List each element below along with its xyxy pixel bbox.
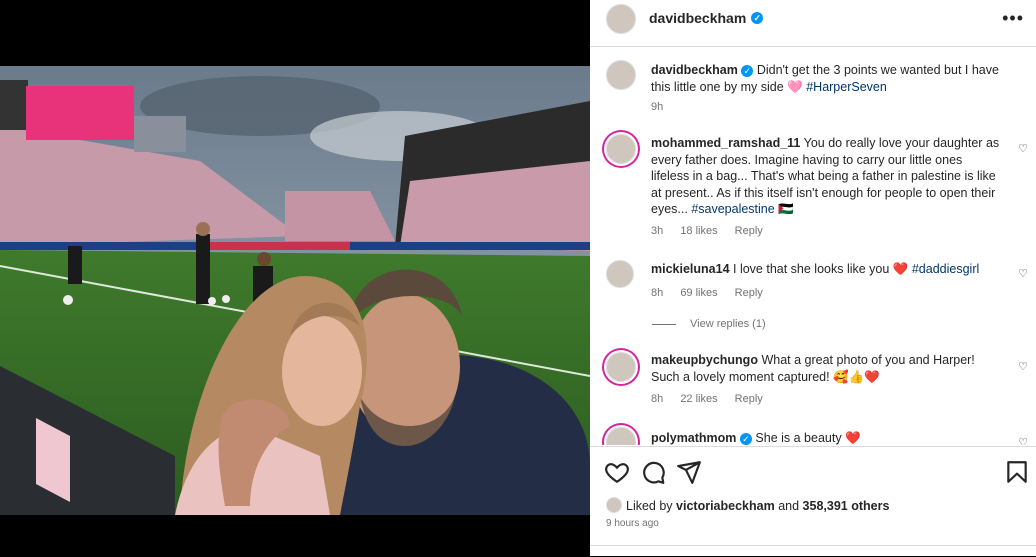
verified-icon: ✓ bbox=[741, 65, 754, 77]
comment-flag: 🇵🇸 bbox=[778, 202, 794, 216]
liked-by-user[interactable]: victoriabeckham bbox=[676, 499, 775, 513]
comment-likes[interactable]: 22 likes bbox=[680, 393, 717, 405]
commenter-avatar[interactable] bbox=[606, 260, 634, 288]
caption-username[interactable]: davidbeckham bbox=[651, 63, 738, 77]
comment-likes[interactable]: 18 likes bbox=[680, 225, 717, 237]
media-panel bbox=[0, 0, 590, 556]
more-options-icon[interactable]: ••• bbox=[1002, 8, 1024, 29]
heart-icon[interactable]: ♡ bbox=[1018, 142, 1028, 155]
comment-meta: 3h 18 likes Reply bbox=[651, 225, 777, 237]
comment-username[interactable]: makeupbychungo bbox=[651, 353, 758, 367]
comment-text-block: mickieluna14 I love that she looks like … bbox=[651, 261, 1001, 278]
likes-summary[interactable]: Liked by victoriabeckham and 358,391 oth… bbox=[626, 499, 889, 513]
liked-by-and: and bbox=[778, 499, 800, 513]
author-avatar-small[interactable] bbox=[606, 60, 636, 90]
commenter-avatar[interactable] bbox=[606, 427, 636, 445]
post-timestamp: 9 hours ago bbox=[606, 518, 659, 529]
post-actions: Liked by victoriabeckham and 358,391 oth… bbox=[590, 446, 1036, 557]
author-username[interactable]: davidbeckham bbox=[649, 10, 746, 26]
comment-hashtag[interactable]: #savepalestine bbox=[691, 202, 774, 216]
comment-likes[interactable]: 69 likes bbox=[680, 287, 717, 299]
caption-text-block: davidbeckham ✓ Didn't get the 3 points w… bbox=[651, 62, 1001, 95]
bookmark-icon[interactable] bbox=[1004, 459, 1030, 485]
comment-username[interactable]: mickieluna14 bbox=[651, 262, 730, 276]
reply-button[interactable]: Reply bbox=[735, 287, 763, 299]
reply-button[interactable]: Reply bbox=[735, 225, 763, 237]
comment-icon[interactable] bbox=[640, 459, 666, 485]
comments-list[interactable]: davidbeckham ✓ Didn't get the 3 points w… bbox=[590, 47, 1036, 445]
reply-button[interactable]: Reply bbox=[735, 393, 763, 405]
author-name-row: davidbeckham ✓ bbox=[649, 10, 764, 26]
post-photo[interactable] bbox=[0, 66, 590, 515]
comment-username[interactable]: polymathmom bbox=[651, 431, 736, 445]
comment-time: 8h bbox=[651, 287, 664, 299]
comment-text-block: mohammed_ramshad_11 You do really love y… bbox=[651, 135, 1001, 218]
comment-time: 8h bbox=[651, 393, 664, 405]
commenter-avatar[interactable] bbox=[606, 352, 636, 382]
post-header: davidbeckham ✓ ••• bbox=[590, 0, 1036, 47]
comment-meta: 8h 69 likes Reply bbox=[651, 287, 777, 299]
heart-icon[interactable] bbox=[604, 459, 630, 485]
liked-by-prefix: Liked by bbox=[626, 499, 673, 513]
caption-meta: 9h bbox=[651, 101, 677, 113]
view-replies-label[interactable]: View replies (1) bbox=[690, 318, 766, 330]
stadium-selfie-image bbox=[0, 66, 590, 515]
likes-count[interactable]: 358,391 others bbox=[803, 499, 890, 513]
comment-hashtag[interactable]: #daddiesgirl bbox=[912, 262, 979, 276]
heart-icon[interactable]: ♡ bbox=[1018, 436, 1028, 445]
heart-icon[interactable]: ♡ bbox=[1018, 360, 1028, 373]
caption-time: 9h bbox=[651, 101, 664, 113]
caption-hashtag[interactable]: #HarperSeven bbox=[806, 80, 887, 94]
verified-icon: ✓ bbox=[739, 433, 752, 445]
view-replies-button[interactable]: View replies (1) bbox=[652, 318, 766, 330]
replies-divider bbox=[652, 323, 676, 325]
verified-icon: ✓ bbox=[751, 12, 764, 24]
comment-text: I love that she looks like you ❤️ bbox=[733, 262, 909, 276]
comment-username[interactable]: mohammed_ramshad_11 bbox=[651, 136, 800, 150]
comment-time: 3h bbox=[651, 225, 664, 237]
divider bbox=[590, 545, 1036, 546]
heart-icon[interactable]: ♡ bbox=[1018, 267, 1028, 280]
liker-avatar[interactable] bbox=[606, 497, 622, 513]
post-details-panel: davidbeckham ✓ ••• davidbeckham ✓ Didn't… bbox=[590, 0, 1036, 556]
comment-meta: 8h 22 likes Reply bbox=[651, 393, 777, 405]
comment-text-block: makeupbychungo What a great photo of you… bbox=[651, 352, 1001, 385]
comment-text-block: polymathmom ✓ She is a beauty ❤️ bbox=[651, 430, 1001, 445]
comment-text: She is a beauty ❤️ bbox=[755, 431, 861, 445]
commenter-avatar[interactable] bbox=[606, 134, 636, 164]
author-avatar[interactable] bbox=[606, 4, 636, 34]
share-icon[interactable] bbox=[676, 459, 702, 485]
